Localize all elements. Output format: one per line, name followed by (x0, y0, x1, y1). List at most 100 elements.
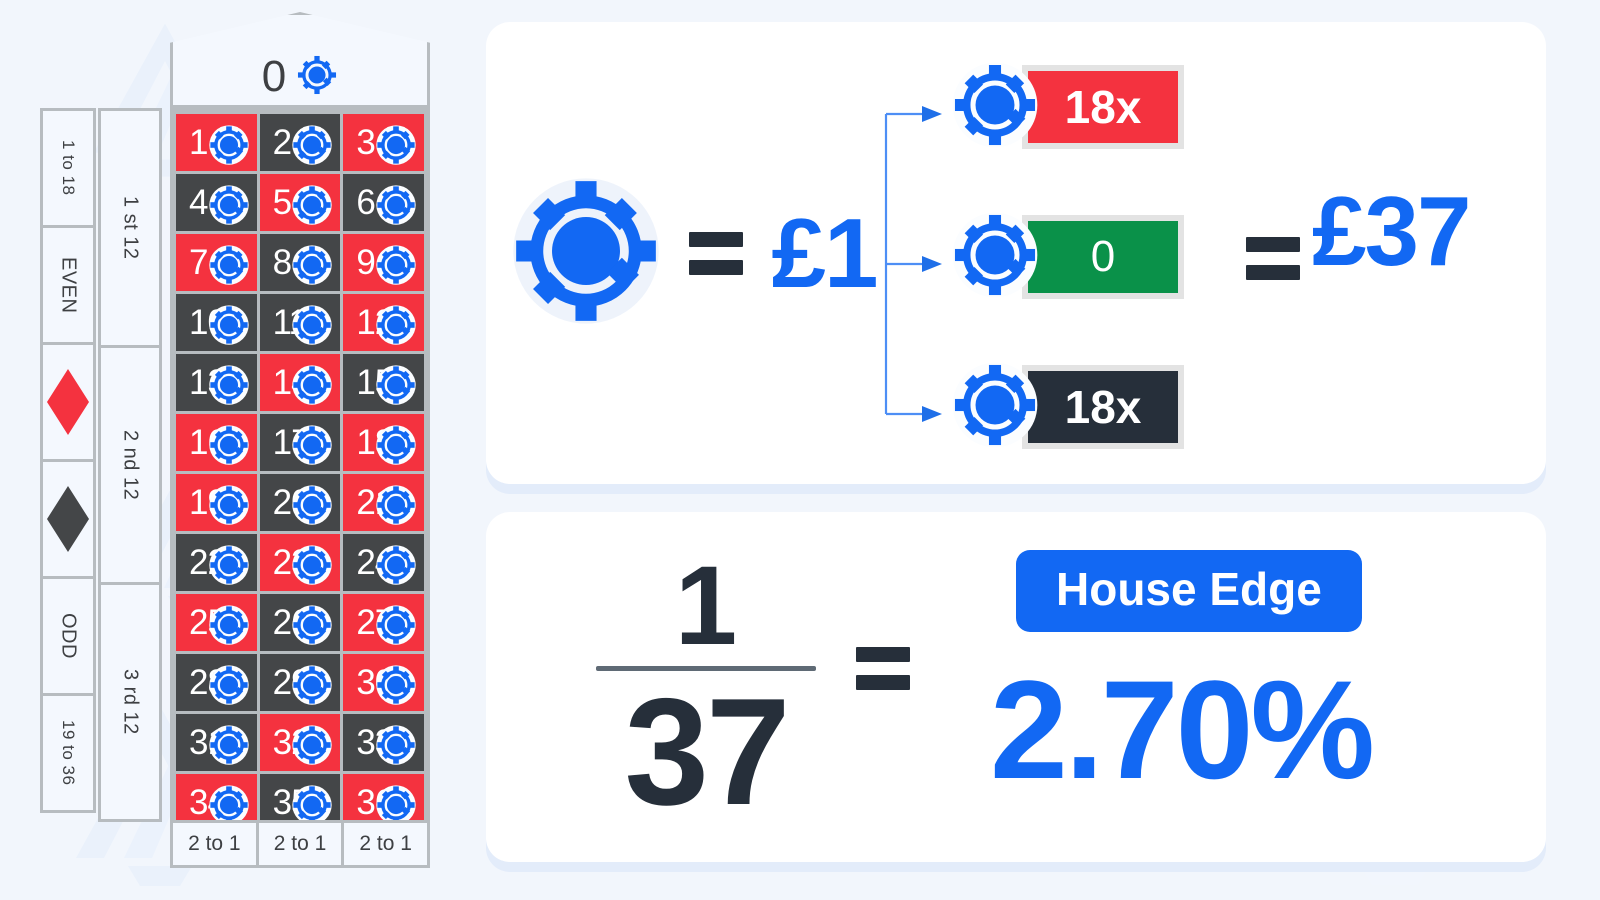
zero-label: 0 (261, 52, 287, 101)
number-cell[interactable]: 9 (343, 234, 424, 291)
number-cell[interactable]: 15 (343, 354, 424, 411)
number-cell[interactable]: 12 (343, 294, 424, 351)
outside-bet-even[interactable]: EVEN (40, 225, 96, 345)
chip-icon (208, 485, 249, 530)
stake-value: £1 (771, 198, 878, 308)
number-cell[interactable]: 3 (343, 114, 424, 171)
outcome-box-red: 18x (1022, 65, 1184, 149)
column-bet-2-to-1[interactable]: 2 to 1 (341, 820, 431, 868)
number-cell[interactable]: 11 (259, 294, 341, 351)
outside-bet-red[interactable] (40, 342, 96, 462)
chip-icon (376, 545, 416, 590)
number-cell[interactable]: 7 (176, 234, 257, 291)
number-cell[interactable]: 30 (343, 654, 424, 711)
outcomes-list: 18x 0 18x (952, 62, 1222, 452)
stake-group: £1 (504, 22, 884, 484)
chip-icon (376, 365, 416, 410)
number-label: 9 (356, 243, 375, 282)
chip-icon (376, 245, 416, 290)
number-cell[interactable]: 32 (259, 714, 341, 771)
branch-connector (884, 106, 942, 422)
outside-bets-dozens: 1 st 12 2 nd 12 3 rd 12 (98, 108, 162, 822)
number-cell[interactable]: 25 (176, 594, 257, 651)
number-cell[interactable]: 24 (343, 534, 424, 591)
number-cell[interactable]: 8 (259, 234, 341, 291)
outside-bet-odd[interactable]: ODD (40, 576, 96, 696)
number-cell[interactable]: 29 (259, 654, 341, 711)
chip-icon (208, 305, 249, 350)
outside-bet-label: 1 to 18 (59, 140, 78, 196)
dozen-bet-3-rd-12[interactable]: 3 rd 12 (98, 582, 162, 822)
outcome-row: 0 (952, 212, 1184, 302)
chip-icon (292, 185, 333, 230)
chip-icon (292, 365, 333, 410)
chip-icon (208, 185, 249, 230)
chip-icon (952, 362, 1038, 453)
chip-icon (376, 665, 416, 710)
chip-icon (208, 725, 249, 770)
number-cell[interactable]: 19 (176, 474, 257, 531)
outside-bet-label: 19 to 36 (59, 720, 78, 786)
number-label: 4 (189, 183, 208, 222)
number-cell[interactable]: 33 (343, 714, 424, 771)
zero-cell[interactable]: 0 (170, 12, 430, 108)
number-cell[interactable]: 21 (343, 474, 424, 531)
number-cell[interactable]: 18 (343, 414, 424, 471)
number-label: 5 (272, 183, 292, 222)
roulette-table: 0 1 to 18 EVEN ODD 19 to 36 1 st 12 2 nd 12 3… (40, 12, 440, 872)
outside-bet-black[interactable] (40, 459, 96, 579)
number-cell[interactable]: 22 (176, 534, 257, 591)
dozen-bet-1-st-12[interactable]: 1 st 12 (98, 108, 162, 348)
fraction-numerator: 1 (674, 543, 738, 668)
number-label: 8 (272, 243, 292, 282)
chip-icon (292, 665, 333, 710)
chip-icon (376, 605, 416, 650)
outside-bet-label: ODD (57, 613, 80, 659)
red-diamond-icon (47, 369, 89, 435)
total-value: £37 (1312, 176, 1472, 286)
chip-icon (208, 545, 249, 590)
chip-icon (292, 425, 333, 470)
outside-bets-even-money: 1 to 18 EVEN ODD 19 to 36 (40, 108, 96, 813)
number-label: 6 (356, 183, 375, 222)
equals-sign (689, 231, 744, 275)
number-cell[interactable]: 23 (259, 534, 341, 591)
number-cell[interactable]: 4 (176, 174, 257, 231)
chip-icon (376, 485, 416, 530)
dozen-bet-label: 1 st 12 (119, 196, 142, 260)
number-cell[interactable]: 20 (259, 474, 341, 531)
number-cell[interactable]: 2 (259, 114, 341, 171)
fraction-denominator: 37 (624, 667, 790, 837)
number-cell[interactable]: 13 (176, 354, 257, 411)
chip-icon (292, 305, 333, 350)
number-cell[interactable]: 17 (259, 414, 341, 471)
number-cell[interactable]: 5 (259, 174, 341, 231)
chip-icon (208, 365, 249, 410)
number-cell[interactable]: 6 (343, 174, 424, 231)
outside-bet-1-to-18[interactable]: 1 to 18 (40, 108, 96, 228)
number-cell[interactable]: 27 (343, 594, 424, 651)
number-cell[interactable]: 16 (176, 414, 257, 471)
number-cell[interactable]: 26 (259, 594, 341, 651)
number-cell[interactable]: 31 (176, 714, 257, 771)
house-edge-card: 1 37 House Edge 2.70% (486, 512, 1546, 862)
outside-bet-19-to-36[interactable]: 19 to 36 (40, 693, 96, 813)
column-bets-row: 2 to 12 to 12 to 1 (170, 820, 431, 868)
chip-icon (376, 425, 416, 470)
dozen-bet-2-nd-12[interactable]: 2 nd 12 (98, 345, 162, 585)
outcome-box-black: 18x (1022, 365, 1184, 449)
number-cell[interactable]: 14 (259, 354, 341, 411)
chip-icon (208, 125, 249, 170)
house-edge-percent: 2.70% (990, 651, 1375, 808)
chip-icon (296, 54, 338, 101)
chip-icon (292, 545, 333, 590)
number-cell[interactable]: 10 (176, 294, 257, 351)
number-grid: 1 2 3 4 5 6 7 8 9 10 11 12 13 14 15 16 17 18 19 20 21 22 23 24 2… (170, 108, 430, 837)
column-bet-2-to-1[interactable]: 2 to 1 (255, 820, 345, 868)
payout-card: £1 18x 0 18x £37 (486, 22, 1546, 484)
dozen-bet-label: 3 rd 12 (119, 669, 142, 735)
number-cell[interactable]: 28 (176, 654, 257, 711)
column-bet-2-to-1[interactable]: 2 to 1 (170, 820, 259, 868)
chip-icon (952, 212, 1038, 303)
number-cell[interactable]: 1 (176, 114, 257, 171)
